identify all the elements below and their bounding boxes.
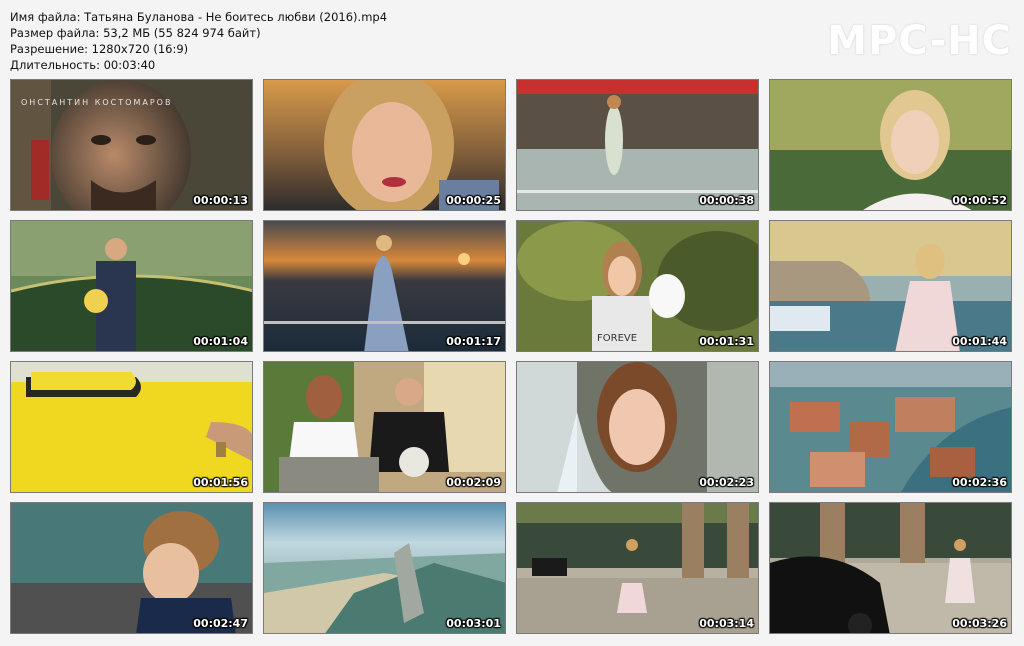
thumbnail[interactable]: ОНСТАНТИН КОСТОМАРОВ 00:00:13 <box>10 79 253 211</box>
thumbnail[interactable]: 00:02:36 <box>769 361 1012 493</box>
thumbnail[interactable]: 00:01:04 <box>10 220 253 352</box>
thumbnail-grid: ОНСТАНТИН КОСТОМАРОВ 00:00:13 00:00:25 0… <box>0 0 1024 646</box>
timestamp: 00:00:52 <box>952 194 1007 207</box>
timestamp: 00:03:14 <box>699 617 754 630</box>
timestamp: 00:00:38 <box>699 194 754 207</box>
thumbnail[interactable]: 00:03:14 <box>516 502 759 634</box>
timestamp: 00:01:56 <box>193 476 248 489</box>
timestamp: 00:02:23 <box>699 476 754 489</box>
shirt-text: FOREVE <box>597 333 637 344</box>
video-credit-caption: ОНСТАНТИН КОСТОМАРОВ <box>21 98 173 107</box>
timestamp: 00:02:36 <box>952 476 1007 489</box>
thumbnail[interactable]: 00:02:09 <box>263 361 506 493</box>
timestamp: 00:00:13 <box>193 194 248 207</box>
thumbnail[interactable]: 00:01:56 <box>10 361 253 493</box>
thumbnail[interactable]: 00:01:17 <box>263 220 506 352</box>
thumbnail[interactable]: 00:00:38 <box>516 79 759 211</box>
thumbnail[interactable]: 00:03:01 <box>263 502 506 634</box>
timestamp: 00:02:09 <box>446 476 501 489</box>
thumbnail[interactable]: 00:02:23 <box>516 361 759 493</box>
thumbnail[interactable]: 00:01:44 <box>769 220 1012 352</box>
thumbnail[interactable]: FOREVE 00:01:31 <box>516 220 759 352</box>
timestamp: 00:01:17 <box>446 335 501 348</box>
thumbnail[interactable]: 00:00:52 <box>769 79 1012 211</box>
thumbnail[interactable]: 00:00:25 <box>263 79 506 211</box>
timestamp: 00:01:31 <box>699 335 754 348</box>
timestamp: 00:03:26 <box>952 617 1007 630</box>
timestamp: 00:00:25 <box>446 194 501 207</box>
timestamp: 00:01:44 <box>952 335 1007 348</box>
thumbnail[interactable]: 00:02:47 <box>10 502 253 634</box>
thumbnail[interactable]: 00:03:26 <box>769 502 1012 634</box>
timestamp: 00:01:04 <box>193 335 248 348</box>
timestamp: 00:03:01 <box>446 617 501 630</box>
timestamp: 00:02:47 <box>193 617 248 630</box>
